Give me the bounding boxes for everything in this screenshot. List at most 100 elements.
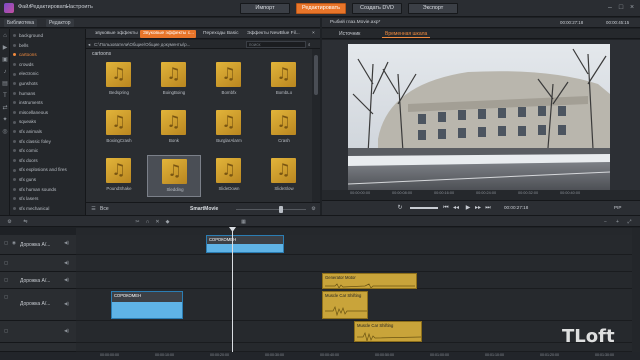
track-settings-icon[interactable]: ⚙ — [6, 219, 13, 226]
settings-icon[interactable]: ⚙ — [310, 206, 317, 213]
lock-icon[interactable]: ▢ — [4, 294, 8, 300]
media-tile[interactable]: ♫ BoxingCrash — [92, 107, 146, 149]
media-tile[interactable]: ♫ PoundShake — [92, 155, 146, 197]
video-frame[interactable] — [348, 44, 610, 190]
audio-clip[interactable]: Generator Motor — [322, 273, 417, 289]
track-lane[interactable]: Generator Motor — [76, 272, 632, 289]
media-tile[interactable]: ♫ SlideSlow — [257, 155, 311, 197]
category-item[interactable]: sfx animals — [13, 128, 85, 136]
zoom-in-icon[interactable]: + — [614, 219, 621, 226]
mode-dvd-button[interactable]: Создать DVD — [352, 3, 402, 14]
track-label[interactable]: Дорожка А/... — [20, 278, 50, 284]
view-icon[interactable]: ☰ — [90, 206, 97, 213]
minimize-icon[interactable]: – — [606, 4, 614, 12]
category-item[interactable]: background — [13, 32, 85, 40]
category-item[interactable]: cartoons — [13, 51, 85, 59]
media-tile[interactable]: ♫ Bedspring — [92, 59, 146, 101]
speaker-icon[interactable]: ◀) — [64, 240, 69, 246]
loop-icon[interactable]: ↻ — [396, 204, 404, 212]
media-tile[interactable]: ♫ Bombfx — [202, 59, 256, 101]
image-icon[interactable]: ▣ — [2, 57, 9, 64]
tab-transitions[interactable]: Переходы Basic — [200, 30, 242, 38]
scissors-icon[interactable]: ✂ — [134, 219, 141, 226]
video-icon[interactable]: ▶ — [2, 45, 9, 52]
category-item[interactable]: electronic — [13, 70, 85, 78]
home-icon[interactable]: ⌂ — [2, 33, 9, 40]
category-item[interactable]: bells — [13, 42, 85, 50]
category-item[interactable]: sfx comic — [13, 147, 85, 155]
playhead[interactable] — [232, 228, 233, 352]
back-icon[interactable]: ◂ — [88, 41, 90, 48]
mode-import-button[interactable]: Импорт — [240, 3, 290, 14]
lock-icon[interactable]: ▢ — [4, 260, 8, 266]
tab-timeline[interactable]: Временная шкала — [382, 30, 431, 38]
track-label[interactable]: Дорожка А/... — [20, 242, 50, 248]
filter-dropdown[interactable]: Все — [100, 206, 109, 212]
project-icon[interactable]: ▤ — [2, 81, 9, 88]
disc-icon[interactable]: ◎ — [2, 129, 9, 136]
mode-edit-button[interactable]: Редактировать — [296, 3, 346, 14]
zoom-slider-knob[interactable] — [279, 206, 283, 213]
marker-icon[interactable]: ◆ — [164, 219, 171, 226]
audio-icon[interactable]: ♪ — [2, 69, 9, 76]
category-item[interactable]: sfx mechanical — [13, 205, 85, 213]
category-item[interactable]: miscellaneous — [13, 109, 85, 117]
media-tile[interactable]: ♫ Crash — [257, 107, 311, 149]
step-forward-icon[interactable]: ▸▸ — [474, 204, 482, 212]
tab-sound-effects[interactable]: звуковые эффекты — [92, 30, 138, 38]
step-back-icon[interactable]: ◂◂ — [452, 204, 460, 212]
speaker-icon[interactable]: ◀) — [64, 260, 69, 266]
track-lane[interactable]: СОРОКОМЕН — [76, 235, 632, 255]
category-item[interactable]: sfx classic foley — [13, 138, 85, 146]
close-tab-icon[interactable]: × — [309, 30, 317, 38]
mode-export-button[interactable]: Экспорт — [408, 3, 458, 14]
transition-icon[interactable]: ⇄ — [2, 105, 9, 112]
delete-icon[interactable]: ✕ — [154, 219, 161, 226]
media-tile[interactable]: ♫ SlideDown — [202, 155, 256, 197]
close-icon[interactable]: × — [628, 4, 636, 12]
fit-icon[interactable]: ⤢ — [626, 219, 633, 226]
menu-setup[interactable]: Настроить — [66, 4, 93, 10]
track-lane[interactable] — [76, 255, 632, 272]
lock-icon[interactable]: ▢ — [4, 328, 8, 334]
category-item[interactable]: sfx guns — [13, 176, 85, 184]
media-tile[interactable]: ♫ Bonk — [147, 107, 201, 149]
track-lane[interactable]: Muscle Car Shifting — [76, 321, 632, 343]
zoom-slider[interactable] — [236, 209, 306, 210]
speaker-icon[interactable]: ◀) — [64, 328, 69, 334]
magnet-icon[interactable]: ∩ — [144, 219, 151, 226]
volume-slider[interactable] — [410, 207, 438, 209]
effect-icon[interactable]: ✦ — [2, 117, 9, 124]
editor-tab[interactable]: Редактор — [46, 19, 74, 27]
zoom-out-icon[interactable]: − — [602, 219, 609, 226]
category-item[interactable]: instruments — [13, 99, 85, 107]
go-end-icon[interactable]: ⏭ — [484, 204, 492, 212]
tab-newblue-effects[interactable]: Эффекты NewBlue Fil... — [244, 30, 306, 38]
media-tile[interactable]: ♫ BombLo — [257, 59, 311, 101]
tab-sound-effects-alt[interactable]: Звуковые эффекты с... — [140, 30, 196, 38]
lock-icon[interactable]: ▢ — [4, 277, 8, 283]
smart-movie-button[interactable]: SmartMovie — [190, 206, 218, 212]
category-item[interactable]: sfx doors — [13, 157, 85, 165]
library-tab[interactable]: Библиотека — [4, 19, 38, 27]
category-item[interactable]: crowds — [13, 61, 85, 69]
go-start-icon[interactable]: ⏮ — [442, 204, 450, 212]
category-item[interactable]: sfx explosions and fires — [13, 166, 85, 174]
ripple-icon[interactable]: ⇋ — [22, 219, 29, 226]
storyboard-icon[interactable]: ▦ — [240, 219, 247, 226]
video-clip[interactable]: СОРОКОМЕН — [111, 291, 183, 319]
track-label[interactable]: Дорожка А/... — [20, 301, 50, 307]
category-item[interactable]: squeaks — [13, 118, 85, 126]
audio-clip[interactable]: Muscle Car Shifting — [322, 291, 368, 319]
audio-clip[interactable]: Muscle Car Shifting — [354, 321, 422, 342]
speaker-icon[interactable]: ◀) — [64, 277, 69, 283]
category-item[interactable]: humans — [13, 90, 85, 98]
track-lane[interactable]: СОРОКОМЕН Muscle Car Shifting — [76, 289, 632, 321]
grid-scrollbar-thumb[interactable] — [314, 55, 318, 95]
search-input[interactable]: поиск — [246, 41, 306, 48]
title-icon[interactable]: T — [2, 93, 9, 100]
media-tile[interactable]: ♫ Sledding — [147, 155, 201, 197]
play-icon[interactable]: ▶ — [464, 204, 472, 212]
grid-scrollbar[interactable] — [312, 49, 320, 202]
player-ruler[interactable]: 00:00:00:00 00:00:08:00 00:00:16:00 00:0… — [322, 190, 640, 200]
